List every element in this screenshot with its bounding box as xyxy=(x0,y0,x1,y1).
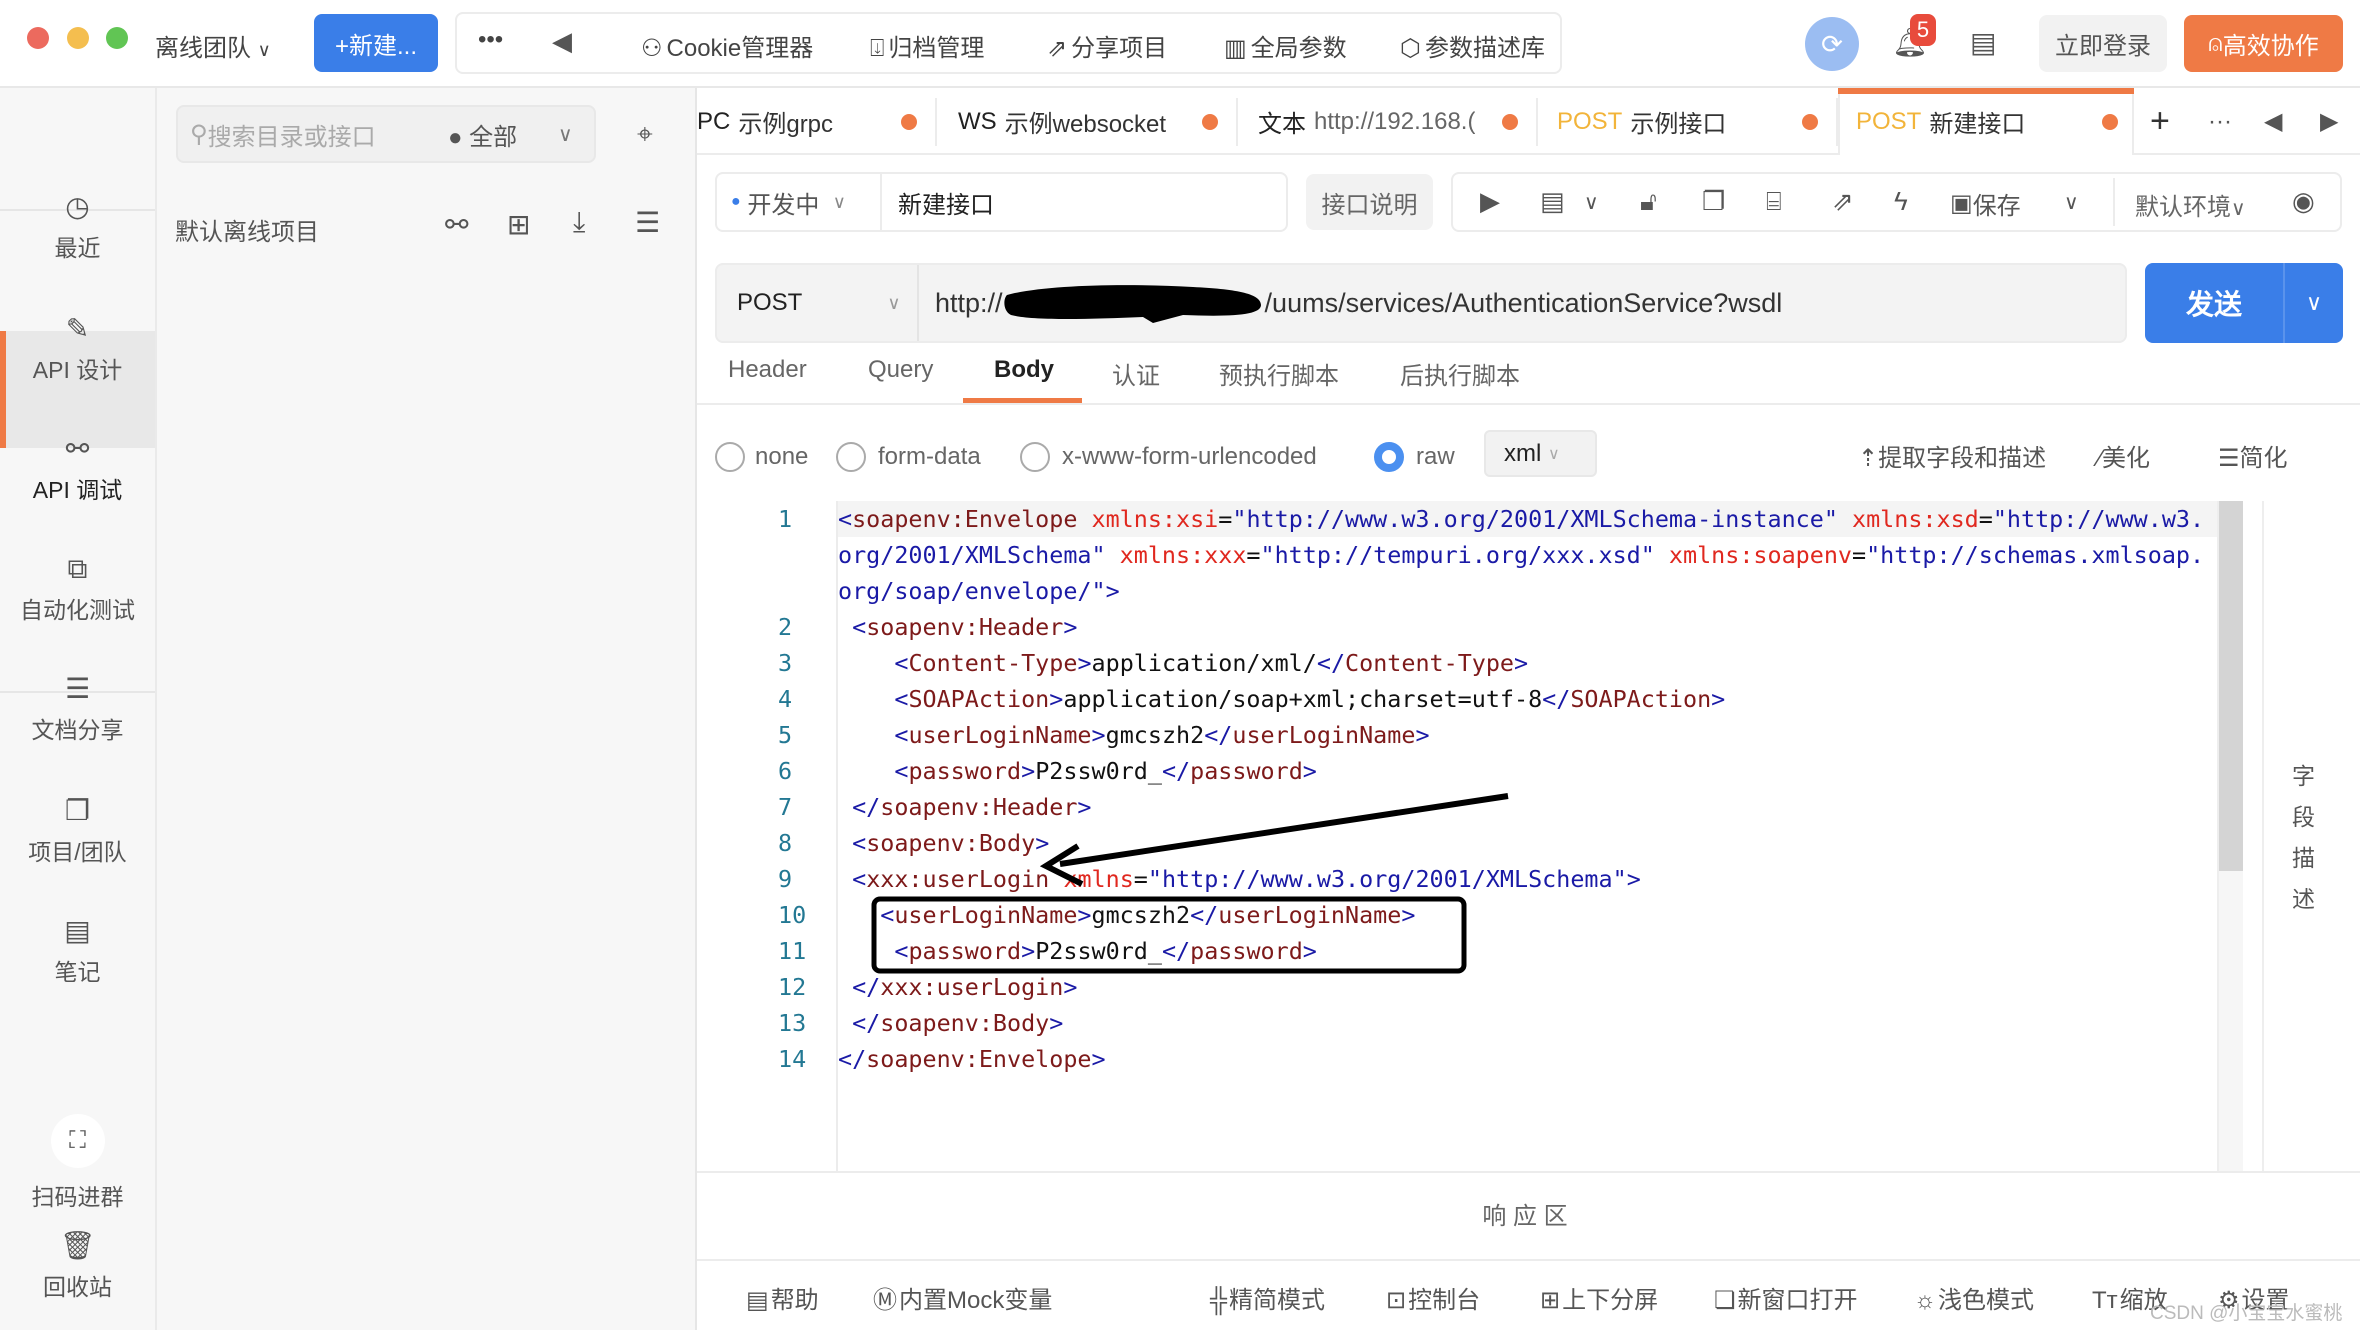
bottom-label: 控制台 xyxy=(1408,1287,1481,1314)
bottom-label: 上下分屏 xyxy=(1562,1287,1659,1314)
compact-icon: ╬ xyxy=(1210,1287,1228,1314)
annotation-overlay xyxy=(871,793,1509,974)
bottom-label: 精简模式 xyxy=(1229,1287,1326,1314)
bottom-label: 帮助 xyxy=(770,1287,819,1314)
zoom-icon: Tт xyxy=(2092,1287,2118,1314)
bottom-label: 内置Mock变量 xyxy=(899,1287,1053,1314)
response-area: 响 应 区 xyxy=(1482,1203,1568,1230)
mock-icon: Ⓜ xyxy=(873,1287,897,1314)
bottom-compact[interactable]: ╬精简模式 xyxy=(1210,1280,1325,1315)
window-icon: ❏ xyxy=(1714,1287,1736,1314)
split-icon: ⊞ xyxy=(1540,1287,1561,1314)
arrow-line xyxy=(1059,793,1509,867)
bottom-sun[interactable]: ☼浅色模式 xyxy=(1914,1280,2034,1315)
help-icon: ▤ xyxy=(746,1287,769,1314)
highlight-box xyxy=(871,896,1467,974)
divider xyxy=(697,1259,2360,1261)
bottom-split[interactable]: ⊞上下分屏 xyxy=(1540,1280,1658,1315)
console-icon: ⊡ xyxy=(1386,1287,1407,1314)
bottom-label: 新窗口打开 xyxy=(1737,1287,1858,1314)
bottom-help[interactable]: ▤帮助 xyxy=(746,1280,819,1315)
bottom-mock[interactable]: Ⓜ内置Mock变量 xyxy=(873,1280,1052,1315)
divider xyxy=(697,1171,2360,1173)
sun-icon: ☼ xyxy=(1914,1287,1936,1314)
bottom-label: 浅色模式 xyxy=(1938,1287,2034,1314)
watermark: CSDN @小宝宝水蜜桃 xyxy=(2150,1303,2343,1324)
bottom-window[interactable]: ❏新窗口打开 xyxy=(1714,1280,1858,1315)
bottom-console[interactable]: ⊡控制台 xyxy=(1386,1280,1480,1315)
